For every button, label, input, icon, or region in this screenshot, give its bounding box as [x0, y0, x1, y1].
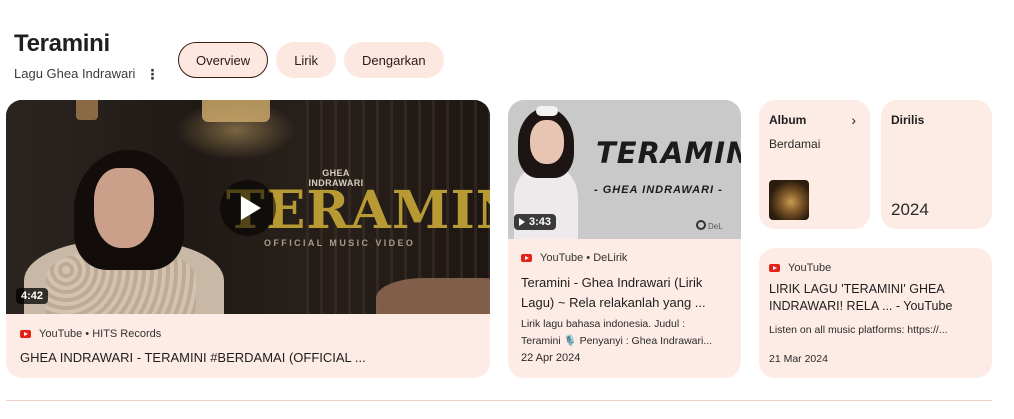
video-title[interactable]: GHEA INDRAWARI - TERAMINI #BERDAMAI (OFF… — [20, 350, 366, 365]
lamp-shade — [202, 100, 270, 122]
singer-face — [94, 168, 154, 248]
thumbnail-artist-text: - GHEA INDRAWARI - — [594, 184, 723, 196]
video-date: 22 Apr 2024 — [521, 352, 581, 364]
video-title[interactable]: Teramini - Ghea Indrawari (Lirik Lagu) ~… — [521, 273, 726, 313]
album-card[interactable]: Album › Berdamai — [759, 100, 870, 229]
video-card-delirik[interactable]: TERAMINI - GHEA INDRAWARI - DeL 3:43 You… — [508, 100, 741, 378]
video-title[interactable]: LIRIK LAGU 'TERAMINI' GHEA INDRAWARI! RE… — [769, 281, 979, 315]
duration-badge: 3:43 — [514, 214, 557, 230]
duration-text: 3:43 — [529, 216, 552, 228]
video-card-hits-records[interactable]: GHEA INDRAWARI TERAMINI OFFICIAL MUSIC V… — [6, 100, 490, 378]
video-source: YouTube — [769, 262, 831, 274]
chevron-right-icon[interactable]: › — [851, 112, 856, 128]
video-date: 21 Mar 2024 — [769, 353, 828, 365]
chip-lirik[interactable]: Lirik — [276, 42, 337, 78]
filter-chips: Overview Lirik Dengarkan — [178, 42, 444, 78]
subtitle-row: Lagu Ghea Indrawari ⋮ — [14, 66, 159, 81]
video-source-label: YouTube • HITS Records — [39, 328, 162, 340]
released-label: Dirilis — [891, 113, 925, 127]
video-thumbnail[interactable]: TERAMINI - GHEA INDRAWARI - DeL 3:43 — [508, 100, 741, 239]
video-card-lirik[interactable]: YouTube LIRIK LAGU 'TERAMINI' GHEA INDRA… — [759, 248, 992, 378]
more-options-icon[interactable]: ⋮ — [145, 67, 159, 81]
section-divider — [6, 400, 992, 401]
page-title: Teramini — [14, 30, 110, 57]
youtube-icon — [769, 264, 780, 272]
video-source: YouTube • HITS Records — [20, 328, 161, 340]
hand-foreground — [376, 278, 490, 314]
hair-bow — [536, 106, 558, 116]
watermark-text: DeL — [708, 222, 723, 231]
video-description: Listen on all music platforms: https://.… — [769, 324, 948, 336]
youtube-icon — [20, 330, 31, 338]
youtube-icon — [521, 254, 532, 262]
channel-logo-icon — [696, 220, 706, 230]
thumbnail-subtitle-text: OFFICIAL MUSIC VIDEO — [264, 238, 416, 248]
thumbnail-title-text: TERAMINI — [596, 136, 741, 170]
play-icon[interactable] — [220, 180, 276, 236]
video-source: YouTube • DeLirik — [521, 252, 627, 264]
video-source-label: YouTube — [788, 262, 832, 274]
duration-badge: 4:42 — [16, 288, 49, 304]
album-cover-image[interactable] — [769, 180, 809, 220]
album-label: Album — [769, 113, 807, 127]
singer-face — [530, 120, 564, 164]
released-year: 2024 — [891, 200, 929, 219]
video-thumbnail[interactable]: GHEA INDRAWARI TERAMINI OFFICIAL MUSIC V… — [6, 100, 490, 314]
chip-overview[interactable]: Overview — [178, 42, 269, 78]
knowledge-header: Teramini Lagu Ghea Indrawari ⋮ — [14, 30, 159, 81]
chip-dengarkan[interactable]: Dengarkan — [344, 42, 444, 78]
video-description: Lirik lagu bahasa indonesia. Judul : Ter… — [521, 318, 713, 347]
album-name: Berdamai — [769, 137, 821, 151]
video-source-label: YouTube • DeLirik — [540, 252, 628, 264]
lamp-shade-small — [76, 100, 98, 120]
page-subtitle: Lagu Ghea Indrawari — [14, 66, 136, 81]
released-card: Dirilis 2024 — [881, 100, 992, 229]
